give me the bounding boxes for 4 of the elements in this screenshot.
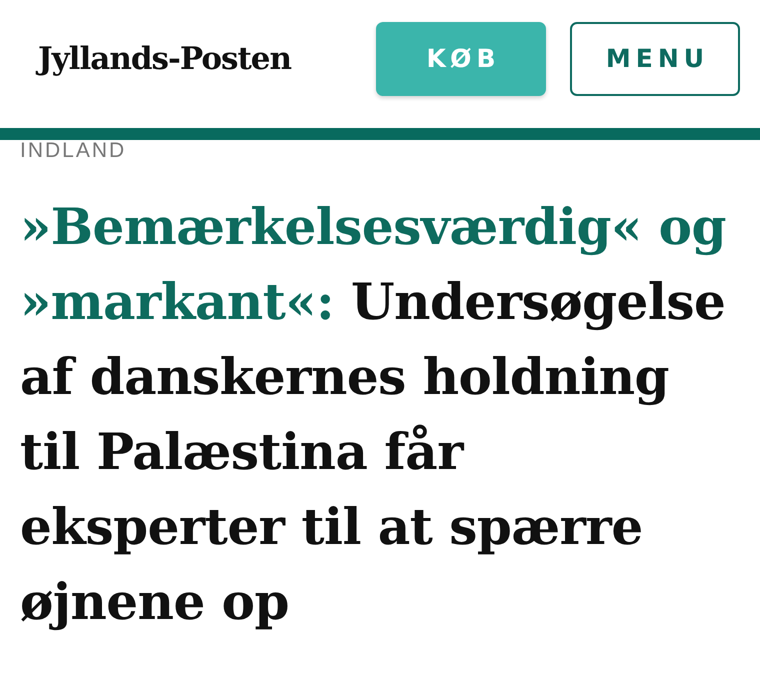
menu-button[interactable]: MENU — [570, 22, 740, 96]
section-label[interactable]: INDLAND — [0, 140, 760, 161]
article-headline: »Bemærkelsesværdig« og »markant«: Undersøgelse af danskernes holdning til Palæstina får eksperter til at spærre øjnene op — [19, 196, 727, 633]
site-logo[interactable]: Jyllands-Posten — [38, 44, 292, 74]
